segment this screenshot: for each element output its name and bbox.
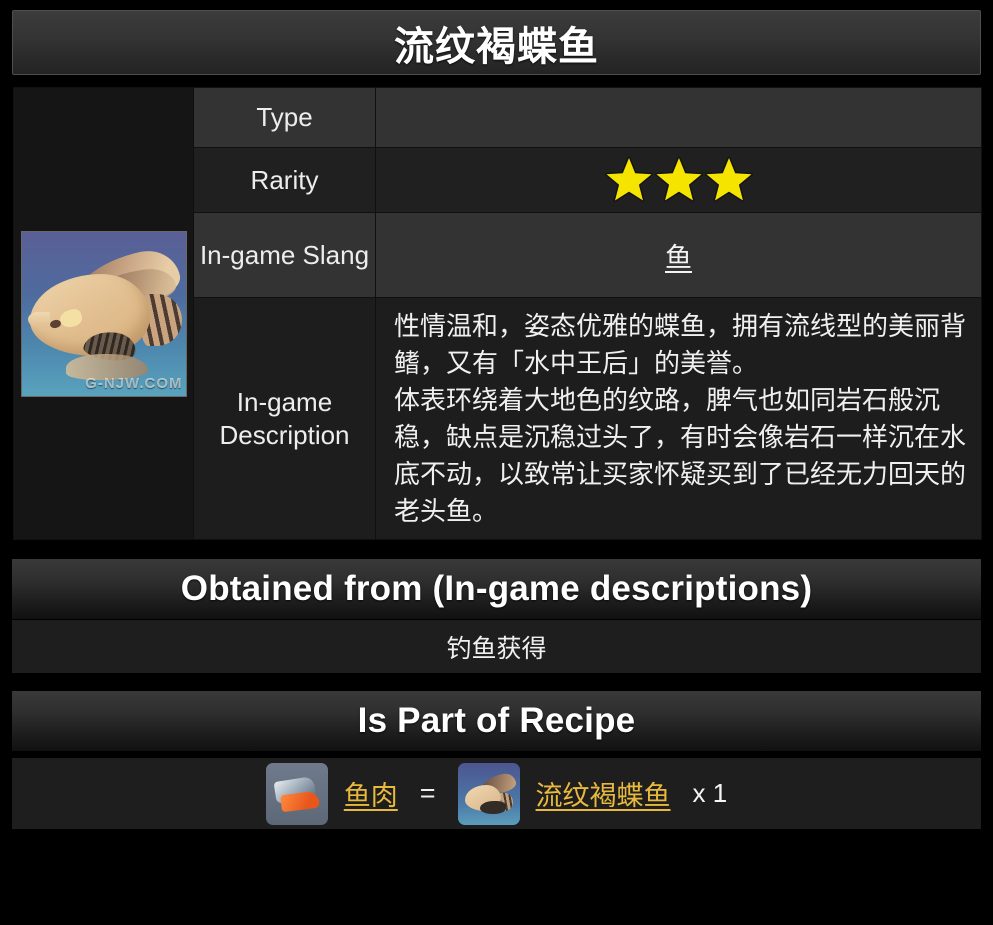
recipe-section-title: Is Part of Recipe (357, 701, 636, 741)
recipe-section-header: Is Part of Recipe (12, 691, 981, 752)
recipe-product[interactable]: 流纹褐蝶鱼 (457, 762, 671, 825)
ingredient-name-link[interactable]: 鱼肉 (344, 774, 398, 813)
watermark-text: G-NJW.COM (85, 374, 183, 392)
page-title: 流纹褐蝶鱼 (394, 24, 599, 69)
star-icon (654, 156, 703, 204)
row-label-description: In-game Description (193, 296, 376, 541)
row-value-slang: 鱼 (375, 212, 982, 298)
obtained-entry-text: 钓鱼获得 (446, 634, 547, 663)
mini-fin-shape (479, 800, 506, 814)
description-text: 性情温和，姿态优雅的蝶鱼，拥有流线型的美丽背鳍，又有「水中王后」的美誉。 体表环… (394, 311, 967, 526)
table-row: G-NJW.COM Type (13, 86, 982, 541)
slang-link[interactable]: 鱼 (665, 243, 692, 273)
slang-value-wrapper: 鱼 (390, 236, 967, 275)
row-value-description: 性情温和，姿态优雅的蝶鱼，拥有流线型的美丽背鳍，又有「水中王后」的美誉。 体表环… (375, 296, 982, 541)
row-label-slang: In-game Slang (193, 212, 376, 298)
page-title-bar: 流纹褐蝶鱼 (12, 10, 981, 75)
row-label-rarity: Rarity (193, 147, 376, 213)
section-divider (12, 541, 981, 560)
recipe-row: 鱼肉 = 流纹褐蝶鱼 x 1 (12, 757, 981, 830)
info-table: G-NJW.COM Type Rarity In-game Slang 鱼 In… (13, 86, 982, 541)
butterflyfish-icon[interactable] (457, 762, 520, 825)
row-value-type (375, 87, 982, 148)
star-icon (704, 156, 753, 204)
row-label-type: Type (193, 87, 376, 148)
rarity-stars (390, 156, 967, 204)
section-divider (12, 673, 981, 692)
star-icon (604, 156, 653, 204)
obtained-section-title: Obtained from (In-game descriptions) (180, 569, 813, 609)
fish-snout-shape (27, 311, 50, 328)
wiki-entry-page: 流纹褐蝶鱼 G-NJW.COM Type Rarity In-game Slan… (0, 10, 993, 925)
row-value-rarity (375, 147, 982, 213)
fish-meat-icon[interactable] (265, 762, 328, 825)
obtained-section-body: 钓鱼获得 (12, 619, 981, 674)
info-table-wrapper: G-NJW.COM Type Rarity In-game Slang 鱼 In… (12, 86, 982, 542)
meat-flesh-shape (279, 790, 320, 813)
recipe-ingredient[interactable]: 鱼肉 (265, 762, 398, 825)
product-quantity: x 1 (692, 778, 728, 809)
product-name-link[interactable]: 流纹褐蝶鱼 (536, 774, 671, 813)
equals-sign: = (419, 778, 436, 809)
fish-portrait-cell: G-NJW.COM (13, 86, 194, 541)
fish-portrait-image: G-NJW.COM (20, 230, 187, 397)
obtained-section-header: Obtained from (In-game descriptions) (12, 559, 981, 620)
